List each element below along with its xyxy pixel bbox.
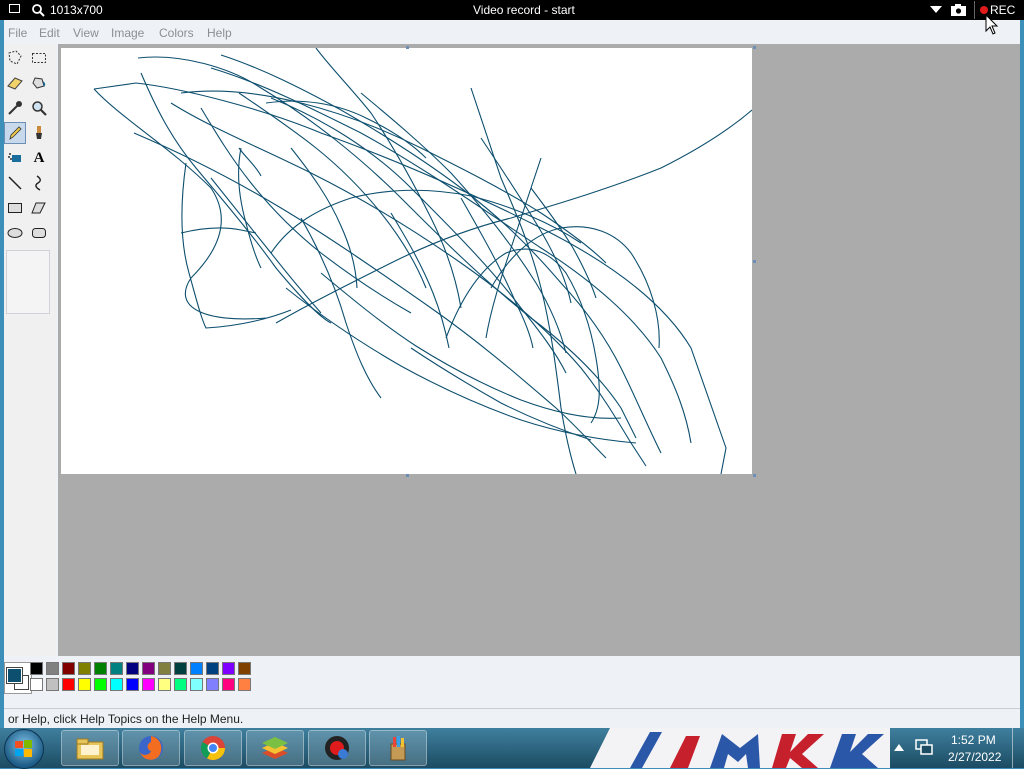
recorder-app-icon xyxy=(325,736,349,760)
wallpaper-peek xyxy=(590,728,890,768)
color-swatch[interactable] xyxy=(30,678,43,691)
magnifier-icon[interactable] xyxy=(28,97,50,119)
clock-time[interactable]: 1:52 PM xyxy=(951,733,996,747)
network-icon[interactable] xyxy=(915,738,933,756)
taskbar: 1:52 PM 2/27/2022 xyxy=(0,728,1024,769)
show-desktop-button[interactable] xyxy=(1012,728,1024,768)
color-swatch[interactable] xyxy=(222,678,235,691)
line-icon[interactable] xyxy=(4,172,26,194)
menu-view[interactable]: View xyxy=(73,24,99,42)
color-swatch[interactable] xyxy=(158,662,171,675)
pencil-icon[interactable] xyxy=(4,122,26,144)
search-icon[interactable] xyxy=(31,3,45,17)
color-swatch[interactable] xyxy=(94,678,107,691)
status-text: or Help, click Help Topics on the Help M… xyxy=(8,712,244,726)
mouse-cursor-icon xyxy=(985,14,999,35)
work-area xyxy=(58,44,1020,674)
taskbar-bluestacks[interactable] xyxy=(246,730,304,766)
tool-options[interactable] xyxy=(6,250,50,314)
rectangle-icon[interactable] xyxy=(4,197,26,219)
color-swatch[interactable] xyxy=(238,678,251,691)
menu-colors[interactable]: Colors xyxy=(159,24,194,42)
resize-handle-top[interactable] xyxy=(406,46,409,49)
color-swatch[interactable] xyxy=(142,678,155,691)
paint-window: File Edit View Image Colors Help A or He… xyxy=(4,20,1020,729)
swatch-grid xyxy=(30,662,260,694)
color-swatch[interactable] xyxy=(30,662,43,675)
resize-handle-bottom[interactable] xyxy=(406,474,409,477)
chrome-icon xyxy=(200,736,225,761)
status-bar: or Help, click Help Topics on the Help M… xyxy=(4,708,1020,729)
clock-date[interactable]: 2/27/2022 xyxy=(948,750,1001,764)
menu-help[interactable]: Help xyxy=(207,24,232,42)
color-swatch[interactable] xyxy=(94,662,107,675)
color-swatch[interactable] xyxy=(174,662,187,675)
taskbar-recorder[interactable] xyxy=(308,730,366,766)
color-swatch[interactable] xyxy=(110,662,123,675)
drawing-canvas[interactable] xyxy=(61,46,756,477)
color-swatch[interactable] xyxy=(190,662,203,675)
dropdown-icon[interactable] xyxy=(930,6,942,14)
current-colors[interactable] xyxy=(4,662,32,694)
color-swatch[interactable] xyxy=(78,662,91,675)
camera-icon[interactable] xyxy=(951,4,966,16)
curve-icon[interactable] xyxy=(28,172,50,194)
resize-handle-right[interactable] xyxy=(753,260,756,263)
bluestacks-icon xyxy=(262,737,288,759)
menu-image[interactable]: Image xyxy=(111,24,144,42)
airbrush-icon[interactable] xyxy=(4,147,26,169)
firefox-icon xyxy=(139,736,163,760)
color-swatch[interactable] xyxy=(238,662,251,675)
eraser-icon[interactable] xyxy=(4,72,26,94)
fill-bucket-icon[interactable] xyxy=(28,72,50,94)
paint-app-icon xyxy=(390,736,406,761)
menu-bar: File Edit View Image Colors Help xyxy=(4,24,1020,42)
ellipse-icon[interactable] xyxy=(4,222,26,244)
color-swatch[interactable] xyxy=(142,662,155,675)
polygon-icon[interactable] xyxy=(28,197,50,219)
color-swatch[interactable] xyxy=(62,678,75,691)
recorder-bar: 1013x700 Video record - start REC xyxy=(0,0,1024,20)
record-dot-icon xyxy=(980,6,988,14)
color-swatch[interactable] xyxy=(206,678,219,691)
color-palette xyxy=(4,656,1020,706)
color-swatch[interactable] xyxy=(222,662,235,675)
folder-icon xyxy=(76,738,104,760)
color-swatch[interactable] xyxy=(62,662,75,675)
color-swatch[interactable] xyxy=(126,662,139,675)
resize-handle-top-right[interactable] xyxy=(753,46,756,49)
color-swatch[interactable] xyxy=(190,678,203,691)
brush-icon[interactable] xyxy=(28,122,50,144)
text-icon[interactable]: A xyxy=(28,147,50,169)
rect-select-icon[interactable] xyxy=(28,47,50,69)
color-swatch[interactable] xyxy=(78,678,91,691)
color-swatch[interactable] xyxy=(46,662,59,675)
color-swatch[interactable] xyxy=(110,678,123,691)
scribble-drawing xyxy=(93,47,753,475)
tool-box: A xyxy=(4,44,56,674)
color-swatch[interactable] xyxy=(126,678,139,691)
menu-edit[interactable]: Edit xyxy=(39,24,60,42)
rounded-rect-icon[interactable] xyxy=(28,222,50,244)
taskbar-chrome[interactable] xyxy=(184,730,242,766)
color-swatch[interactable] xyxy=(174,678,187,691)
free-select-icon[interactable] xyxy=(4,47,26,69)
capture-size: 1013x700 xyxy=(50,3,103,17)
menu-file[interactable]: File xyxy=(8,24,27,42)
resize-handle-bottom-right[interactable] xyxy=(753,474,756,477)
color-picker-icon[interactable] xyxy=(4,97,26,119)
foreground-color-swatch[interactable] xyxy=(6,667,23,684)
recorder-title: Video record - start xyxy=(473,3,575,17)
taskbar-file-explorer[interactable] xyxy=(61,730,119,766)
color-swatch[interactable] xyxy=(206,662,219,675)
window-icon[interactable] xyxy=(9,4,20,13)
taskbar-firefox[interactable] xyxy=(122,730,180,766)
tray-expand-icon[interactable] xyxy=(894,743,904,751)
color-swatch[interactable] xyxy=(46,678,59,691)
color-swatch[interactable] xyxy=(158,678,171,691)
taskbar-paint[interactable] xyxy=(369,730,427,766)
start-button[interactable] xyxy=(4,729,44,769)
windows-logo-icon xyxy=(15,740,32,757)
